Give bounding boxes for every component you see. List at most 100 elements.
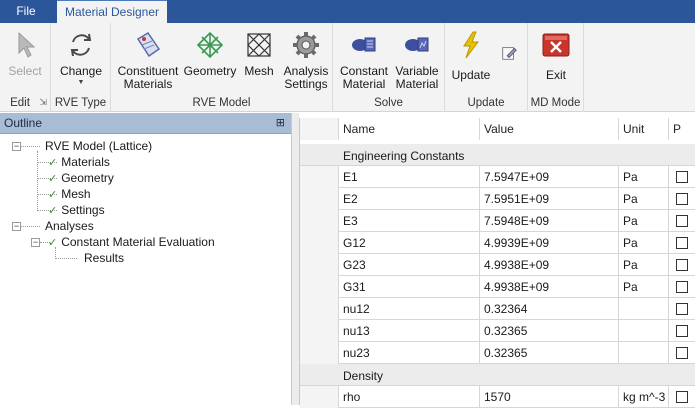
row-header[interactable] bbox=[300, 232, 339, 254]
exit-label: Exit bbox=[545, 68, 566, 82]
tree-node-mesh[interactable]: ✓ Mesh bbox=[48, 186, 91, 202]
property-value[interactable]: 0.32365 bbox=[480, 342, 619, 364]
property-value[interactable]: 4.9938E+09 bbox=[480, 276, 619, 298]
tree-node-settings[interactable]: ✓ Settings bbox=[48, 202, 105, 218]
column-header-p[interactable]: P bbox=[669, 118, 695, 140]
property-value[interactable]: 7.5948E+09 bbox=[480, 210, 619, 232]
property-name: E1 bbox=[339, 166, 480, 188]
property-value[interactable]: 4.9938E+09 bbox=[480, 254, 619, 276]
update-button[interactable]: Update bbox=[451, 27, 491, 93]
constant-material-button[interactable]: Constant Material bbox=[339, 27, 389, 93]
tree-node-geometry[interactable]: ✓ Geometry bbox=[48, 170, 114, 186]
section-density[interactable]: Density bbox=[300, 364, 695, 386]
parameter-cell bbox=[669, 342, 695, 364]
parameter-checkbox[interactable] bbox=[676, 347, 688, 359]
group-label-edit: Edit bbox=[10, 97, 30, 109]
column-header-name[interactable]: Name bbox=[339, 118, 480, 140]
tab-file[interactable]: File bbox=[0, 0, 52, 23]
parameter-cell bbox=[669, 320, 695, 342]
parameter-checkbox[interactable] bbox=[676, 281, 688, 293]
tree-node-results[interactable]: Results bbox=[84, 250, 124, 266]
collapse-toggle-constant-eval[interactable]: − bbox=[31, 238, 40, 247]
tree-node-analyses[interactable]: Analyses bbox=[45, 218, 94, 234]
constituent-materials-button[interactable]: Constituent Materials bbox=[118, 27, 178, 93]
column-header-unit[interactable]: Unit bbox=[619, 118, 669, 140]
parameter-checkbox[interactable] bbox=[676, 391, 688, 403]
tree-node-label: Analyses bbox=[45, 219, 94, 233]
group-label-solve: Solve bbox=[374, 97, 403, 109]
row-header[interactable] bbox=[300, 342, 339, 364]
chevron-down-icon[interactable]: ▼ bbox=[78, 79, 85, 86]
column-header-value[interactable]: Value bbox=[480, 118, 619, 140]
exit-button[interactable]: Exit bbox=[536, 27, 576, 93]
panel-splitter[interactable] bbox=[292, 113, 299, 405]
property-value[interactable]: 0.32364 bbox=[480, 298, 619, 320]
row-header[interactable] bbox=[300, 298, 339, 320]
group-solve: Constant Material Variable Material Solv… bbox=[333, 23, 445, 112]
constant-material-label: Constant Material bbox=[339, 64, 389, 91]
parameter-checkbox[interactable] bbox=[676, 171, 688, 183]
parameter-checkbox[interactable] bbox=[676, 237, 688, 249]
parameter-cell bbox=[669, 188, 695, 210]
parameter-checkbox[interactable] bbox=[676, 259, 688, 271]
property-value[interactable]: 0.32365 bbox=[480, 320, 619, 342]
tab-material-designer[interactable]: Material Designer bbox=[57, 0, 167, 23]
mesh-button[interactable]: Mesh bbox=[241, 27, 277, 93]
lightning-icon bbox=[463, 31, 479, 59]
pin-icon[interactable]: ⊞ bbox=[276, 113, 285, 134]
grid-header-row: Name Value Unit P bbox=[300, 118, 695, 140]
cursor-icon bbox=[18, 31, 36, 58]
tree-node-constant-material-evaluation[interactable]: ✓ Constant Material Evaluation bbox=[48, 234, 215, 250]
table-row[interactable]: E3 7.5948E+09 Pa bbox=[300, 210, 695, 232]
parameter-checkbox[interactable] bbox=[676, 303, 688, 315]
check-icon: ✓ bbox=[48, 189, 58, 201]
property-value[interactable]: 7.5951E+09 bbox=[480, 188, 619, 210]
variable-material-label: Variable Material bbox=[395, 64, 439, 91]
row-header[interactable] bbox=[300, 254, 339, 276]
gear-icon bbox=[293, 32, 319, 58]
row-header[interactable] bbox=[300, 166, 339, 188]
row-header[interactable] bbox=[300, 276, 339, 298]
parameter-checkbox[interactable] bbox=[676, 193, 688, 205]
property-name: G23 bbox=[339, 254, 480, 276]
variable-material-button[interactable]: Variable Material bbox=[393, 27, 441, 93]
row-header[interactable] bbox=[300, 188, 339, 210]
geometry-button[interactable]: Geometry bbox=[184, 27, 236, 93]
table-row[interactable]: E1 7.5947E+09 Pa bbox=[300, 166, 695, 188]
table-row[interactable]: G31 4.9938E+09 Pa bbox=[300, 276, 695, 298]
property-value[interactable]: 4.9939E+09 bbox=[480, 232, 619, 254]
row-header[interactable] bbox=[300, 210, 339, 232]
table-row[interactable]: G23 4.9938E+09 Pa bbox=[300, 254, 695, 276]
property-name: nu13 bbox=[339, 320, 480, 342]
table-row[interactable]: G12 4.9939E+09 Pa bbox=[300, 232, 695, 254]
table-row[interactable]: E2 7.5951E+09 Pa bbox=[300, 188, 695, 210]
section-engineering-constants[interactable]: Engineering Constants bbox=[300, 144, 695, 166]
parameter-checkbox[interactable] bbox=[676, 215, 688, 227]
constituent-materials-label: Constituent Materials bbox=[117, 64, 179, 91]
edit-update-button[interactable] bbox=[497, 41, 521, 65]
tree-node-rve-model[interactable]: RVE Model (Lattice) bbox=[45, 138, 152, 154]
table-row[interactable]: nu23 0.32365 bbox=[300, 342, 695, 364]
parameter-cell bbox=[669, 276, 695, 298]
change-button[interactable]: Change ▼ bbox=[59, 27, 103, 93]
collapse-toggle-rve-model[interactable]: − bbox=[12, 142, 21, 151]
material-tag-icon bbox=[136, 31, 161, 58]
select-button[interactable]: Select bbox=[4, 27, 46, 93]
group-rve-model: Constituent Materials Geometry Mesh Anal… bbox=[111, 23, 333, 112]
tree-node-label: Results bbox=[84, 251, 125, 265]
parameter-checkbox[interactable] bbox=[676, 325, 688, 337]
row-header[interactable] bbox=[300, 320, 339, 342]
property-value[interactable]: 7.5947E+09 bbox=[480, 166, 619, 188]
row-header-corner bbox=[300, 118, 339, 140]
analysis-settings-button[interactable]: Analysis Settings bbox=[283, 27, 329, 93]
tree-node-materials[interactable]: ✓ Materials bbox=[48, 154, 110, 170]
table-row[interactable]: nu13 0.32365 bbox=[300, 320, 695, 342]
dialog-launcher-icon[interactable]: ⇲ bbox=[39, 97, 47, 108]
tree-node-label: Materials bbox=[61, 155, 110, 169]
change-label: Change bbox=[59, 64, 103, 78]
parameter-cell bbox=[669, 210, 695, 232]
table-row[interactable]: nu12 0.32364 bbox=[300, 298, 695, 320]
ribbon-tab-bar: File Material Designer bbox=[0, 0, 695, 23]
refresh-icon bbox=[70, 33, 92, 57]
collapse-toggle-analyses[interactable]: − bbox=[12, 222, 21, 231]
